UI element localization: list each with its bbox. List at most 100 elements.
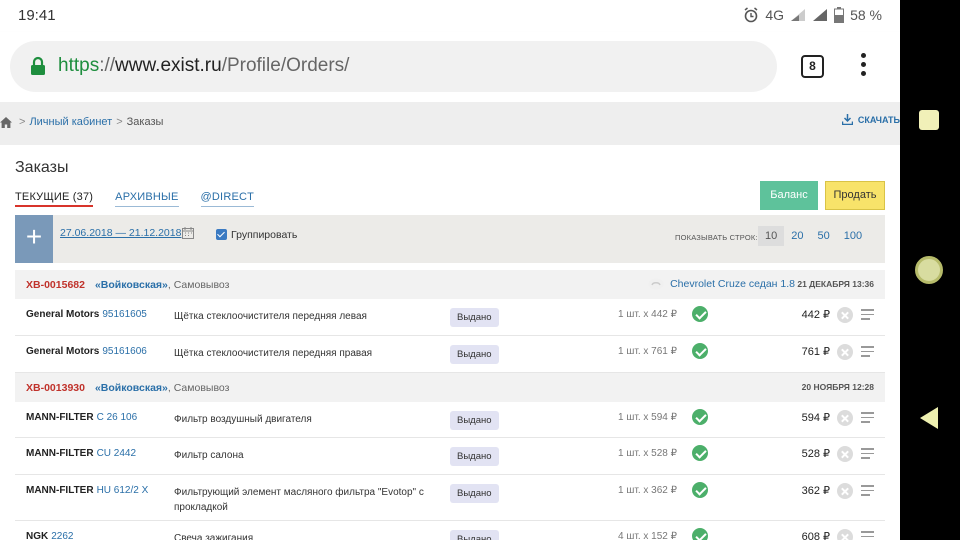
brand-name: General Motors [26, 309, 100, 320]
item-code-link[interactable]: CU 2442 [97, 448, 136, 459]
filter-bar: + 27.06.2018 — 21.12.2018 Группировать П… [15, 215, 885, 263]
order-pickup: «Войковская», Самовывоз [95, 279, 229, 291]
status-badge: Выдано [450, 345, 499, 364]
url-host: www.exist.ru [115, 55, 222, 76]
breadcrumb: > Личный кабинет > Заказы [0, 114, 163, 130]
status-badge: Выдано [450, 530, 499, 540]
item-quantity-price: 1 шт. x 362 ₽ [618, 485, 677, 496]
item-menu-icon[interactable] [861, 448, 874, 462]
cancel-item-icon[interactable] [837, 483, 853, 499]
order-date: 21 ДЕКАБРЯ 13:36 [797, 279, 874, 289]
item-sum: 594 ₽ [801, 412, 830, 424]
brand-name: MANN-FILTER [26, 412, 94, 423]
item-quantity-price: 4 шт. x 152 ₽ [618, 531, 677, 540]
download-button[interactable]: СКАЧАТЬ [841, 114, 900, 125]
address-bar[interactable]: https://www.exist.ru/Profile/Orders/ [10, 41, 777, 92]
status-bar: 19:41 4G 58 % [0, 0, 900, 32]
tab-current[interactable]: ТЕКУЩИЕ (37) [15, 191, 94, 207]
item-description: Щётка стеклоочистителя передняя левая [174, 311, 367, 322]
lock-icon [31, 56, 45, 75]
breadcrumb-cabinet-link[interactable]: Личный кабинет [29, 116, 112, 128]
rows-option-10[interactable]: 10 [758, 226, 785, 246]
item-quantity-price: 1 шт. x 761 ₽ [618, 346, 677, 357]
check-circle-icon [692, 445, 708, 461]
status-icons: 4G 58 % [743, 7, 882, 23]
item-description: Фильтр салона [174, 450, 244, 461]
tab-archive[interactable]: АРХИВНЫЕ [115, 191, 179, 207]
page-title: Заказы [15, 159, 69, 176]
item-sum: 362 ₽ [801, 485, 830, 497]
check-circle-icon [692, 343, 708, 359]
more-options-icon[interactable] [856, 53, 870, 81]
recents-icon[interactable] [919, 110, 939, 130]
rows-option-50[interactable]: 50 [811, 226, 837, 246]
rows-option-20[interactable]: 20 [784, 226, 810, 246]
download-icon [841, 114, 853, 125]
group-checkbox[interactable] [216, 229, 227, 240]
brand-name: MANN-FILTER [26, 485, 94, 496]
check-circle-icon [692, 528, 708, 540]
calendar-icon[interactable] [182, 227, 194, 239]
order-number[interactable]: ХВ-0013930 [26, 382, 85, 394]
item-sum: 608 ₽ [801, 531, 830, 540]
home-icon[interactable] [0, 116, 12, 128]
brand-name: NGK [26, 531, 49, 540]
item-quantity-price: 1 шт. x 528 ₽ [618, 448, 677, 459]
home-icon[interactable] [915, 256, 943, 284]
item-brand: MANN-FILTER HU 612/2 X [26, 485, 148, 496]
group-label: Группировать [231, 229, 298, 241]
item-code-link[interactable]: 2262 [51, 531, 73, 540]
rows-per-page-options: 10 20 50 100 [758, 226, 869, 246]
sell-button[interactable]: Продать [825, 181, 885, 210]
item-brand: General Motors 95161606 [26, 346, 147, 357]
item-code-link[interactable]: 95161605 [102, 309, 147, 320]
orders-card: Заказы ТЕКУЩИЕ (37) АРХИВНЫЕ @DIRECT Бал… [0, 145, 900, 540]
rows-option-100[interactable]: 100 [837, 226, 869, 246]
add-button[interactable]: + [15, 215, 53, 263]
pickup-point[interactable]: «Войковская» [95, 279, 168, 291]
cancel-item-icon[interactable] [837, 446, 853, 462]
order-item-row: MANN-FILTER HU 612/2 X Фильтрующий элемен… [15, 475, 885, 521]
order-item-row: MANN-FILTER CU 2442 Фильтр салона Выдано … [15, 438, 885, 475]
tab-direct[interactable]: @DIRECT [200, 191, 255, 207]
cancel-item-icon[interactable] [837, 410, 853, 426]
cancel-item-icon[interactable] [837, 344, 853, 360]
item-menu-icon[interactable] [861, 309, 874, 323]
android-nav-bar [900, 0, 960, 540]
order-item-row: General Motors 95161605 Щётка стеклоочист… [15, 299, 885, 336]
item-menu-icon[interactable] [861, 485, 874, 499]
balance-button[interactable]: Баланс [760, 181, 818, 210]
item-menu-icon[interactable] [861, 531, 874, 540]
download-label: СКАЧАТЬ [857, 114, 900, 125]
item-sum: 442 ₽ [801, 309, 830, 321]
item-description: Свеча зажигания [174, 533, 254, 540]
item-code-link[interactable]: HU 612/2 X [97, 485, 149, 496]
order-tabs: ТЕКУЩИЕ (37) АРХИВНЫЕ @DIRECT [15, 191, 255, 207]
date-range-link[interactable]: 27.06.2018 — 21.12.2018 [60, 227, 181, 239]
order-date: 20 НОЯБРЯ 12:28 [801, 382, 874, 392]
back-icon[interactable] [920, 407, 938, 429]
item-code-link[interactable]: 95161606 [102, 346, 147, 357]
item-description: Щётка стеклоочистителя передняя правая [174, 348, 373, 359]
status-badge: Выдано [450, 308, 499, 327]
status-badge: Выдано [450, 447, 499, 466]
item-brand: General Motors 95161605 [26, 309, 147, 320]
cancel-item-icon[interactable] [837, 529, 853, 540]
item-code-link[interactable]: C 26 106 [97, 412, 138, 423]
order-item-row: MANN-FILTER C 26 106 Фильтр воздушный дви… [15, 402, 885, 438]
item-description: Фильтр воздушный двигателя [174, 414, 312, 425]
cancel-item-icon[interactable] [837, 307, 853, 323]
order-number[interactable]: ХВ-0015682 [26, 279, 85, 291]
item-menu-icon[interactable] [861, 412, 874, 426]
url-text[interactable]: https://www.exist.ru/Profile/Orders/ [58, 55, 349, 77]
alarm-icon [744, 7, 758, 23]
pickup-point[interactable]: «Войковская» [95, 382, 168, 394]
check-circle-icon [692, 409, 708, 425]
order-car[interactable]: Chevrolet Cruze седан 1.8 [648, 278, 795, 290]
url-scheme: https [58, 55, 100, 76]
breadcrumb-separator: > [19, 116, 26, 128]
browser-toolbar: https://www.exist.ru/Profile/Orders/ 8 [0, 32, 900, 102]
item-menu-icon[interactable] [861, 346, 874, 360]
brand-name: General Motors [26, 346, 100, 357]
tab-switcher-button[interactable]: 8 [801, 55, 824, 78]
